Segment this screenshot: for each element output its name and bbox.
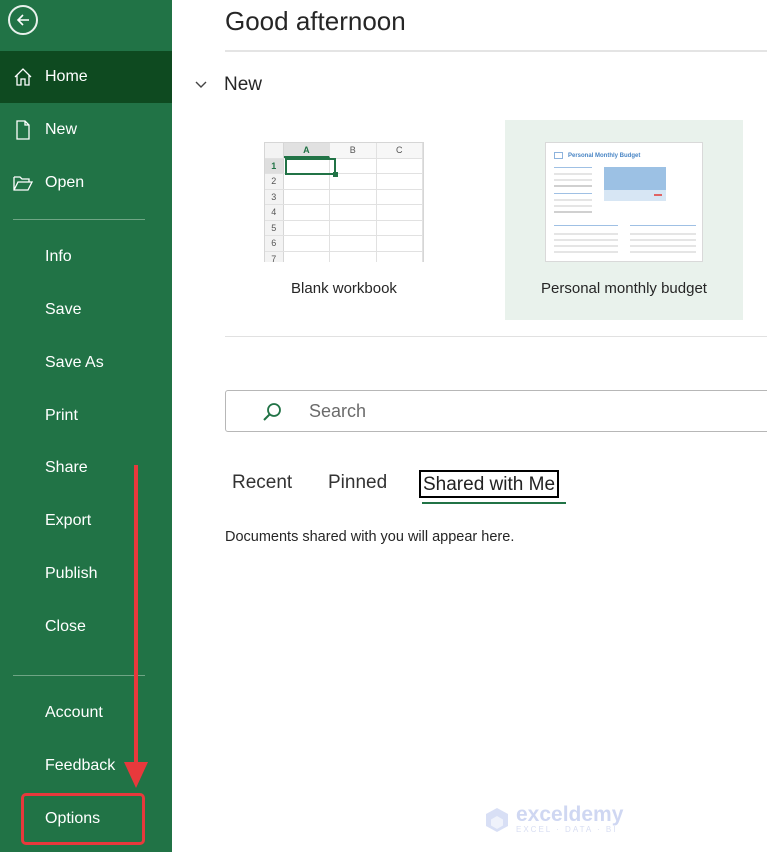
- sidebar-item-account[interactable]: Account: [0, 687, 172, 739]
- sidebar-item-export[interactable]: Export: [0, 495, 172, 547]
- tab-pinned[interactable]: Pinned: [328, 470, 387, 498]
- divider: [225, 336, 767, 337]
- sidebar-item-publish[interactable]: Publish: [0, 548, 172, 600]
- row-header: 2: [265, 174, 284, 189]
- blank-workbook-thumbnail: A B C 1 2 3 4 5 6 7: [264, 142, 424, 262]
- divider: [225, 50, 767, 52]
- row-header: 7: [265, 251, 284, 262]
- new-document-icon: [12, 119, 34, 141]
- annotation-highlight-box: [21, 793, 145, 845]
- row-header: 4: [265, 205, 284, 220]
- wallet-icon: [554, 152, 563, 159]
- sidebar-item-share[interactable]: Share: [0, 442, 172, 494]
- template-blank-workbook[interactable]: A B C 1 2 3 4 5 6 7 Blank workbook: [233, 120, 455, 320]
- sidebar-item-label: Publish: [45, 565, 98, 582]
- watermark: exceldemy EXCEL · DATA · BI: [484, 803, 624, 835]
- backstage-sidebar: Home New Open Info Save Save As Print Sh…: [0, 0, 172, 852]
- empty-state-message: Documents shared with you will appear he…: [225, 529, 515, 545]
- home-icon: [12, 66, 34, 88]
- search-icon: [263, 403, 281, 421]
- template-personal-monthly-budget[interactable]: Personal Monthly Budget Personal monthly…: [505, 120, 743, 320]
- sidebar-item-label: Feedback: [45, 757, 116, 774]
- thumbnail-title: Personal Monthly Budget: [568, 153, 641, 159]
- sidebar-divider: [13, 675, 145, 676]
- sidebar-divider: [13, 219, 145, 220]
- sidebar-item-save-as[interactable]: Save As: [0, 337, 172, 389]
- page-title: Good afternoon: [225, 6, 406, 36]
- budget-template-thumbnail: Personal Monthly Budget: [545, 142, 703, 262]
- sidebar-item-label: New: [45, 121, 78, 138]
- new-section-toggle[interactable]: New: [194, 74, 262, 96]
- sidebar-item-label: Close: [45, 618, 86, 635]
- row-header: 6: [265, 236, 284, 251]
- new-section-label: New: [224, 74, 263, 95]
- sidebar-item-label: Print: [45, 407, 78, 424]
- sidebar-item-home[interactable]: Home: [0, 51, 172, 103]
- sidebar-item-label: Save As: [45, 354, 104, 371]
- sidebar-item-label: Open: [45, 174, 85, 191]
- sidebar-item-close[interactable]: Close: [0, 601, 172, 653]
- folder-open-icon: [12, 172, 34, 194]
- column-header: C: [376, 143, 423, 158]
- backstage-main: Good afternoon New A B C 1 2 3 4 5 6 7 B…: [172, 0, 767, 852]
- watermark-tagline: EXCEL · DATA · BI: [516, 825, 618, 834]
- annotation-arrow: [134, 465, 138, 765]
- annotation-arrow-head: [124, 762, 148, 788]
- active-tab-indicator: [422, 502, 566, 504]
- excel-backstage: Home New Open Info Save Save As Print Sh…: [0, 0, 767, 852]
- column-header: A: [283, 143, 331, 158]
- sidebar-item-label: Info: [45, 248, 72, 265]
- tab-recent[interactable]: Recent: [232, 470, 292, 498]
- active-cell-indicator: [285, 158, 338, 177]
- watermark-name: exceldemy: [516, 803, 624, 826]
- exceldemy-logo-icon: [486, 808, 508, 832]
- search-input[interactable]: [309, 399, 749, 423]
- sidebar-item-new[interactable]: New: [0, 104, 172, 156]
- chevron-down-icon: [195, 81, 207, 88]
- sidebar-item-label: Share: [45, 459, 88, 476]
- sidebar-item-print[interactable]: Print: [0, 390, 172, 442]
- column-header: B: [330, 143, 377, 158]
- tab-shared-with-me[interactable]: Shared with Me: [419, 470, 560, 498]
- row-header: 1: [265, 158, 284, 173]
- sidebar-item-label: Account: [45, 704, 103, 721]
- search-box[interactable]: [225, 390, 767, 432]
- sidebar-item-save[interactable]: Save: [0, 284, 172, 336]
- sidebar-item-open[interactable]: Open: [0, 157, 172, 209]
- sidebar-item-label: Export: [45, 512, 92, 529]
- sidebar-item-info[interactable]: Info: [0, 231, 172, 283]
- row-header: 5: [265, 220, 284, 235]
- template-label: Personal monthly budget: [541, 280, 707, 297]
- sidebar-item-label: Save: [45, 301, 82, 318]
- back-button[interactable]: [8, 5, 38, 35]
- arrow-left-circle-icon: [16, 14, 29, 26]
- sidebar-item-label: Home: [45, 68, 88, 85]
- template-label: Blank workbook: [291, 280, 397, 297]
- row-header: 3: [265, 189, 284, 204]
